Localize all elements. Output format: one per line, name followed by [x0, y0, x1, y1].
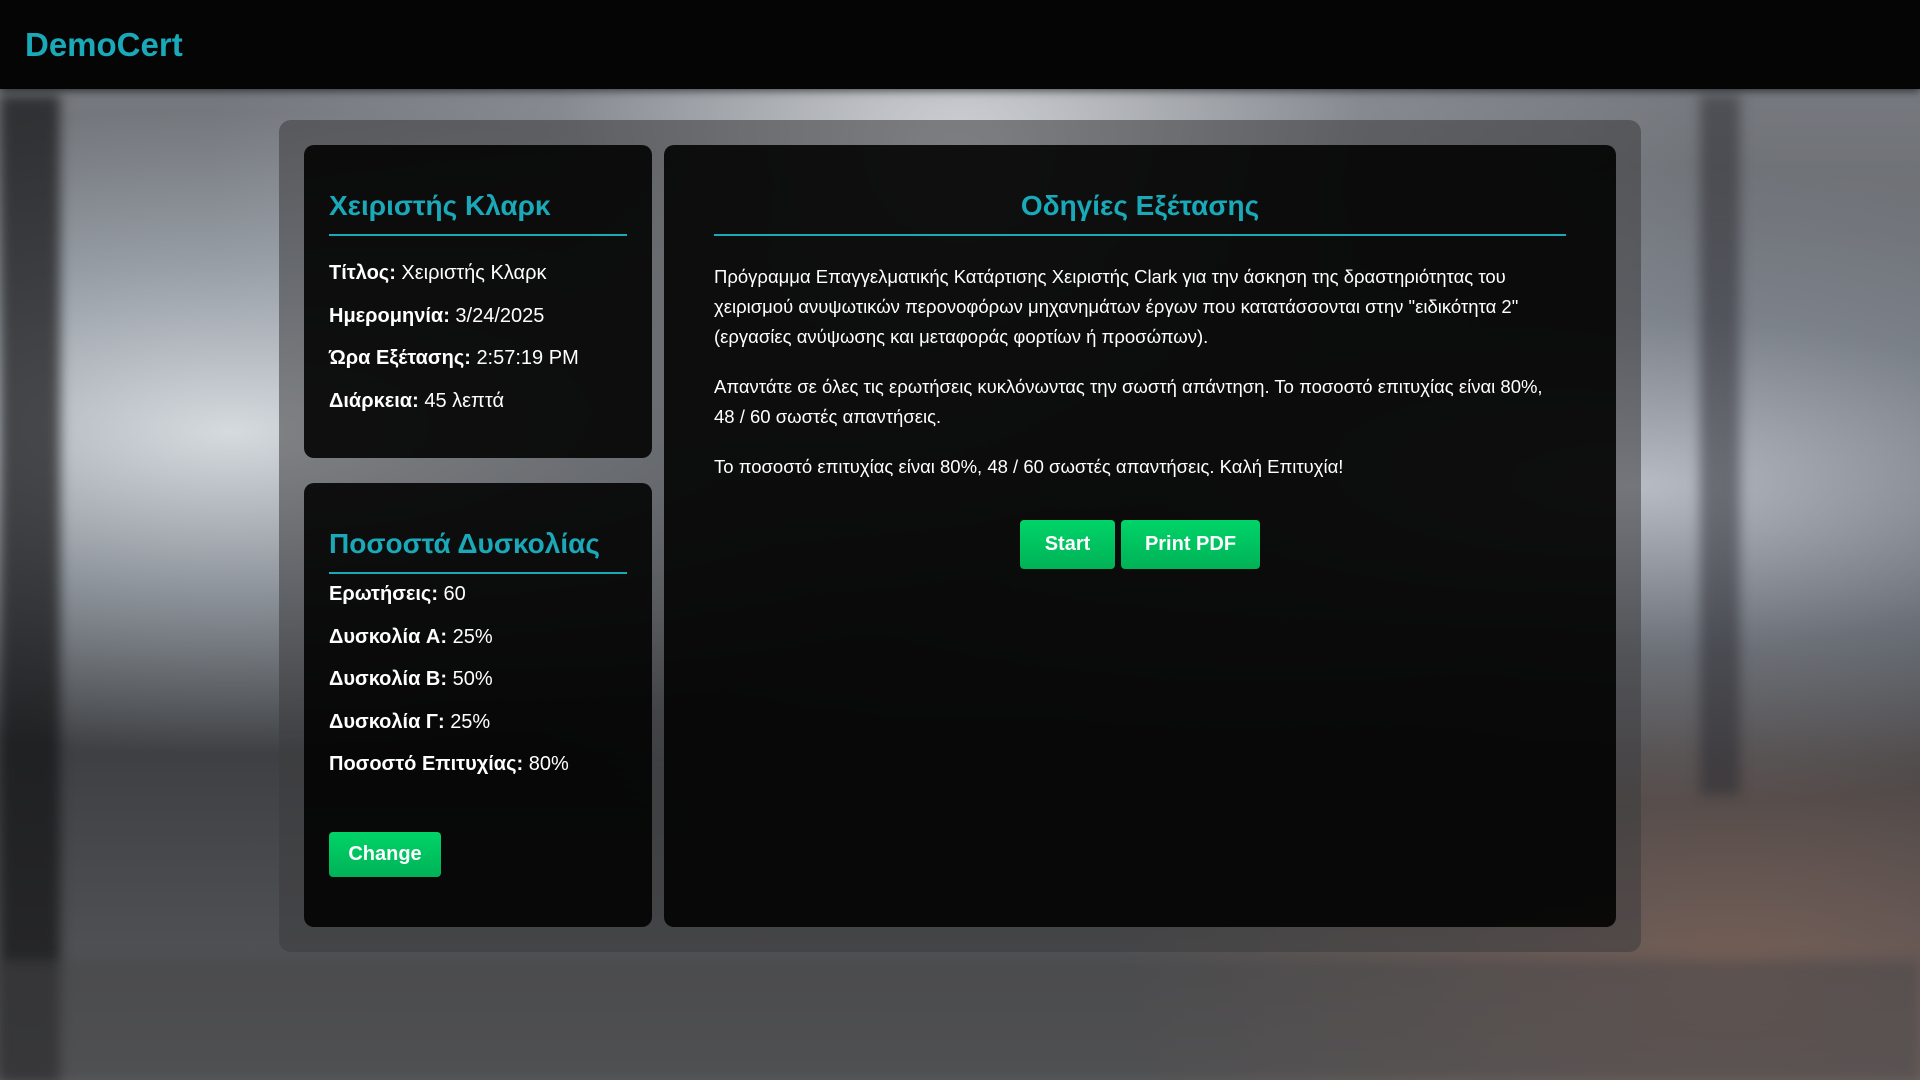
print-pdf-button[interactable]: Print PDF — [1121, 520, 1260, 569]
info-row-difficulty-b: Δυσκολία B: 50% — [329, 658, 632, 701]
instructions-paragraph: Απαντάτε σε όλες τις ερωτήσεις κυκλόνωντ… — [714, 376, 1543, 427]
info-value: 60 — [443, 583, 466, 605]
info-label: Δυσκολία A: — [329, 625, 448, 648]
background-pillar — [0, 95, 60, 1080]
exam-actions: Start Print PDF — [664, 520, 1616, 569]
candidate-info-card: Χειριστής Κλαρκ Τίτλος: Χειριστής Κλαρκ … — [304, 145, 652, 458]
info-value: 2:57:19 PM — [476, 347, 579, 369]
info-value: 80% — [528, 753, 569, 775]
info-value: 3/24/2025 — [455, 304, 545, 327]
info-row-date: Ημερομηνία: 3/24/2025 — [329, 295, 632, 338]
info-row-exam-time: Ώρα Εξέτασης: 2:57:19 PM — [329, 337, 632, 380]
info-value: Χειριστής Κλαρκ — [401, 262, 547, 284]
instructions-body: Πρόγραμμα Επαγγελματικής Κατάρτισης Χειρ… — [714, 262, 1566, 502]
instructions-card: Οδηγίες Εξέτασης Πρόγραμμα Επαγγελματική… — [664, 145, 1616, 927]
info-label: Ποσοστό Επιτυχίας: — [329, 753, 524, 775]
info-label: Ερωτήσεις: — [329, 583, 438, 605]
start-button[interactable]: Start — [1020, 520, 1115, 569]
info-row-duration: Διάρκεια: 45 λεπτά — [329, 380, 632, 423]
background-floor — [0, 960, 1920, 1080]
info-label: Ημερομηνία: — [329, 304, 450, 327]
info-row-pass-rate: Ποσοστό Επιτυχίας: 80% — [329, 743, 632, 786]
candidate-card-title: Χειριστής Κλαρκ — [329, 190, 627, 236]
brand-logo[interactable]: DemoCert — [25, 26, 183, 64]
info-row-title: Τίτλος: Χειριστής Κλαρκ — [329, 252, 632, 295]
candidate-info-list: Τίτλος: Χειριστής Κλαρκ Ημερομηνία: 3/24… — [329, 252, 632, 422]
top-navbar: DemoCert — [0, 0, 1920, 89]
info-row-questions: Ερωτήσεις: 60 — [329, 573, 632, 616]
background-window-frame — [1700, 95, 1740, 795]
info-label: Ώρα Εξέτασης: — [329, 347, 471, 369]
info-value: 25% — [452, 625, 493, 648]
change-button[interactable]: Change — [329, 832, 441, 877]
info-value: 45 λεπτά — [424, 389, 505, 412]
info-label: Τίτλος: — [329, 262, 396, 284]
instructions-paragraph: Το ποσοστό επιτυχίας είναι 80%, 48 / 60 … — [714, 456, 1344, 477]
info-row-difficulty-a: Δυσκολία A: 25% — [329, 616, 632, 659]
info-value: 25% — [450, 710, 491, 733]
difficulty-info-list: Ερωτήσεις: 60 Δυσκολία A: 25% Δυσκολία B… — [329, 573, 632, 786]
instructions-title: Οδηγίες Εξέτασης — [714, 190, 1566, 236]
info-value: 50% — [452, 668, 493, 690]
info-label: Διάρκεια: — [329, 389, 419, 412]
info-label: Δυσκολία Γ: — [329, 710, 445, 733]
info-label: Δυσκολία B: — [329, 668, 448, 690]
difficulty-card: Ποσοστά Δυσκολίας Ερωτήσεις: 60 Δυσκολία… — [304, 483, 652, 927]
info-row-difficulty-c: Δυσκολία Γ: 25% — [329, 701, 632, 744]
instructions-paragraph: Πρόγραμμα Επαγγελματικής Κατάρτισης Χειρ… — [714, 266, 1519, 347]
difficulty-card-title: Ποσοστά Δυσκολίας — [329, 528, 627, 574]
